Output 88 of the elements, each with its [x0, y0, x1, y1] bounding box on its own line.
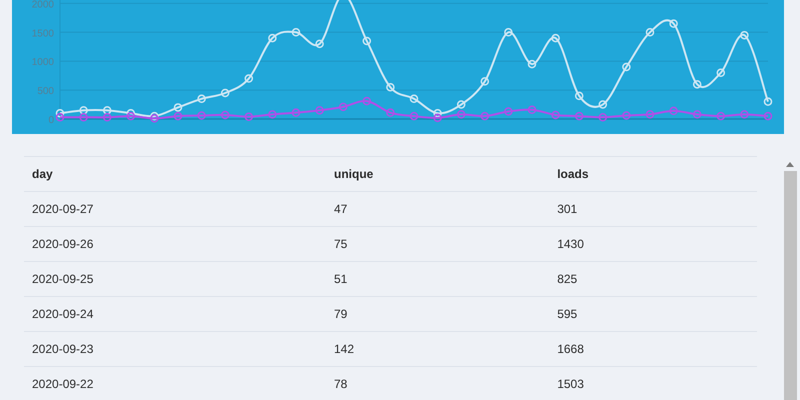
table-cell: 2020-09-26 [24, 226, 326, 262]
point [480, 77, 490, 86]
table-cell: 1668 [549, 332, 757, 366]
point [574, 112, 584, 120]
point [174, 103, 182, 112]
point [551, 110, 560, 120]
up-arrow-icon[interactable] [786, 161, 794, 167]
point [716, 112, 726, 120]
table-cell: 2020-09-22 [24, 366, 326, 400]
point [174, 112, 182, 120]
point [150, 114, 159, 123]
axis-label: 1500 [32, 28, 54, 40]
point [433, 114, 442, 122]
point [79, 113, 88, 122]
table-cell: 142 [326, 332, 550, 366]
table-cell: 79 [326, 296, 550, 332]
table-cell: 2020-09-27 [24, 192, 326, 226]
point [102, 113, 112, 122]
point [220, 88, 230, 98]
point [386, 82, 395, 92]
point [598, 100, 608, 109]
point [646, 28, 654, 37]
point [433, 108, 442, 118]
table-cell: 2020-09-25 [24, 262, 326, 296]
column-header: unique [326, 156, 550, 192]
point [528, 106, 536, 114]
point [410, 112, 418, 120]
point [244, 74, 254, 83]
point [197, 94, 206, 104]
point [692, 110, 702, 119]
point [764, 112, 772, 120]
point [456, 100, 466, 109]
point [338, 102, 348, 112]
point [220, 110, 230, 120]
table-cell: 2020-09-24 [24, 296, 326, 332]
table-cell: 1430 [549, 226, 757, 262]
point [362, 36, 372, 46]
point [292, 28, 300, 37]
point [362, 96, 372, 106]
point [126, 108, 136, 118]
point [102, 106, 112, 115]
table-cell: 47 [326, 192, 550, 226]
table-cell: 2020-09-23 [24, 332, 326, 366]
table-cell: 75 [326, 226, 550, 262]
point [315, 40, 324, 48]
point [56, 108, 64, 118]
table-cell: 78 [326, 366, 550, 400]
table-cell: 301 [549, 192, 757, 226]
point [315, 106, 324, 115]
table-cell: 825 [549, 262, 757, 296]
point [622, 62, 631, 72]
point [528, 60, 536, 68]
point [292, 108, 300, 117]
point [669, 19, 678, 28]
axis-label: 1000 [32, 57, 54, 68]
point [150, 112, 159, 120]
point [622, 111, 631, 120]
column-header: day [24, 156, 326, 192]
point [740, 30, 749, 40]
point [386, 108, 395, 117]
point [244, 112, 254, 121]
point [79, 106, 88, 115]
table-cell: 595 [549, 296, 757, 332]
point [646, 110, 654, 119]
point [56, 113, 64, 122]
point [740, 110, 749, 119]
point [551, 34, 560, 42]
point [669, 106, 678, 116]
table-cell: 1503 [549, 366, 757, 400]
point [268, 34, 277, 42]
point [504, 28, 513, 37]
axis-label: 2000 [32, 0, 54, 10]
point [716, 68, 726, 78]
column-header: loads [549, 156, 757, 192]
point [574, 92, 584, 100]
axis-label: 0 [48, 115, 54, 126]
point [598, 113, 608, 122]
point [692, 80, 702, 89]
table-cell: 51 [326, 262, 550, 296]
point [197, 111, 206, 120]
point [126, 112, 136, 120]
point [456, 110, 466, 119]
point [480, 112, 490, 120]
point [410, 94, 418, 104]
point [764, 97, 772, 106]
point [504, 107, 513, 116]
point [268, 110, 277, 119]
axis-label: 500 [37, 86, 54, 98]
